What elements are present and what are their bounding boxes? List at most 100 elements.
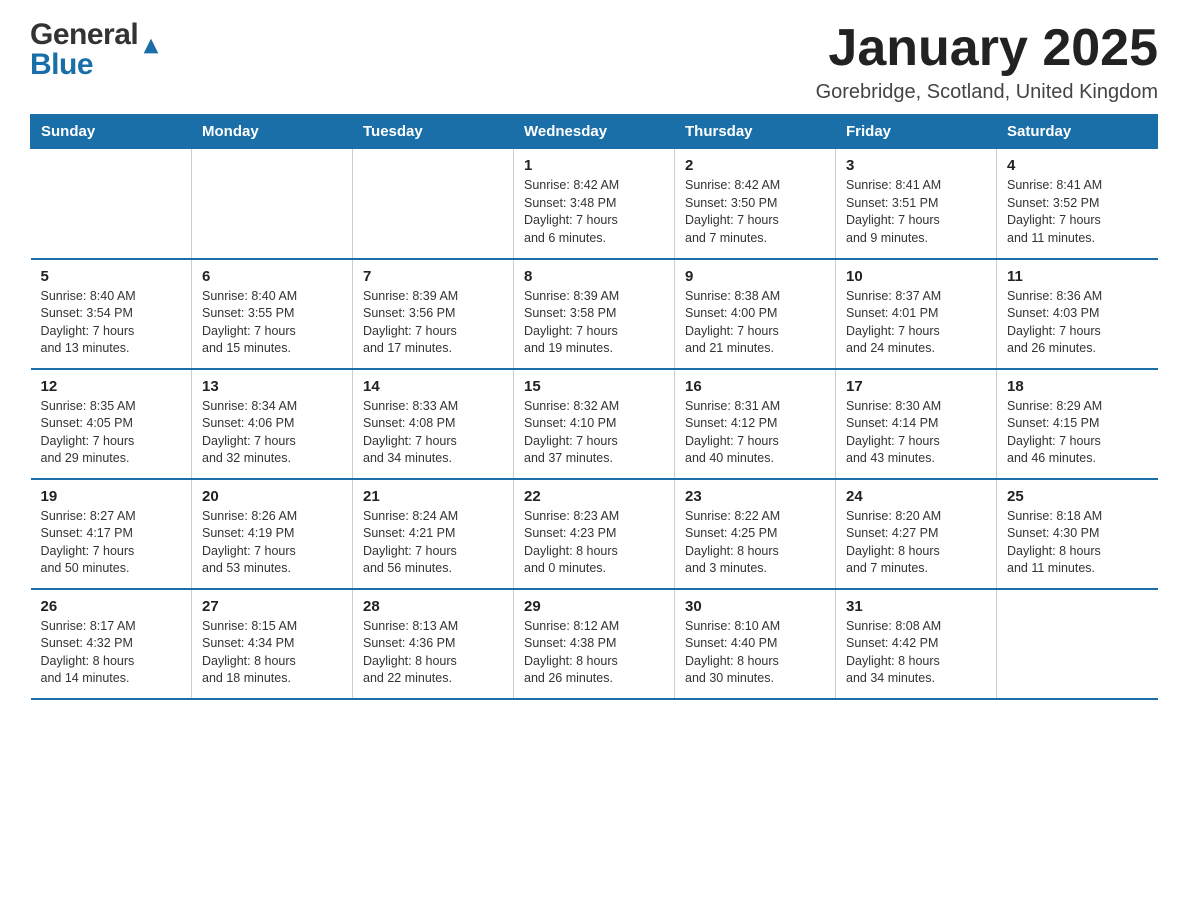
- week-row-2: 5 Sunrise: 8:40 AMSunset: 3:54 PMDaylight…: [31, 259, 1158, 369]
- calendar-cell: [997, 589, 1158, 699]
- day-info: Sunrise: 8:40 AMSunset: 3:55 PMDaylight:…: [202, 288, 342, 358]
- calendar-cell: 15Sunrise: 8:32 AMSunset: 4:10 PMDayligh…: [514, 369, 675, 479]
- day-number: 23: [685, 488, 825, 505]
- day-info: Sunrise: 8:29 AMSunset: 4:15 PMDaylight:…: [1007, 398, 1148, 468]
- logo-blue-text: Blue: [30, 50, 138, 80]
- day-number: 19: [41, 488, 182, 505]
- calendar-cell: 17Sunrise: 8:30 AMSunset: 4:14 PMDayligh…: [836, 369, 997, 479]
- title-area: January 2025 Gorebridge, Scotland, Unite…: [816, 20, 1158, 104]
- day-number: 28: [363, 598, 503, 615]
- day-number: 31: [846, 598, 986, 615]
- day-info: Sunrise: 8:38 AMSunset: 4:00 PMDaylight:…: [685, 288, 825, 358]
- day-header-sunday: Sunday: [31, 115, 192, 149]
- calendar-cell: 6 Sunrise: 8:40 AMSunset: 3:55 PMDaylight…: [192, 259, 353, 369]
- day-header-tuesday: Tuesday: [353, 115, 514, 149]
- day-info: Sunrise: 8:15 AMSunset: 4:34 PMDaylight:…: [202, 618, 342, 688]
- calendar-cell: 14Sunrise: 8:33 AMSunset: 4:08 PMDayligh…: [353, 369, 514, 479]
- calendar-cell: 30 Sunrise: 8:10 AMSunset: 4:40 PMDayligh…: [675, 589, 836, 699]
- calendar-cell: 9 Sunrise: 8:38 AMSunset: 4:00 PMDaylight…: [675, 259, 836, 369]
- day-info: Sunrise: 8:37 AMSunset: 4:01 PMDaylight:…: [846, 288, 986, 358]
- calendar-cell: 22 Sunrise: 8:23 AMSunset: 4:23 PMDayligh…: [514, 479, 675, 589]
- day-number: 27: [202, 598, 342, 615]
- calendar-cell: 10 Sunrise: 8:37 AMSunset: 4:01 PMDayligh…: [836, 259, 997, 369]
- calendar-cell: 5 Sunrise: 8:40 AMSunset: 3:54 PMDaylight…: [31, 259, 192, 369]
- calendar-cell: [31, 149, 192, 259]
- calendar-cell: 25 Sunrise: 8:18 AMSunset: 4:30 PMDayligh…: [997, 479, 1158, 589]
- day-info: Sunrise: 8:39 AMSunset: 3:56 PMDaylight:…: [363, 288, 503, 358]
- day-number: 12: [41, 378, 182, 395]
- calendar-cell: 16 Sunrise: 8:31 AMSunset: 4:12 PMDayligh…: [675, 369, 836, 479]
- day-info: Sunrise: 8:34 AMSunset: 4:06 PMDaylight:…: [202, 398, 342, 468]
- week-row-3: 12 Sunrise: 8:35 AMSunset: 4:05 PMDayligh…: [31, 369, 1158, 479]
- day-info: Sunrise: 8:18 AMSunset: 4:30 PMDaylight:…: [1007, 508, 1148, 578]
- day-info: Sunrise: 8:22 AMSunset: 4:25 PMDaylight:…: [685, 508, 825, 578]
- day-header-thursday: Thursday: [675, 115, 836, 149]
- day-number: 5: [41, 268, 182, 285]
- day-number: 17: [846, 378, 986, 395]
- main-title: January 2025: [816, 20, 1158, 77]
- calendar-cell: [353, 149, 514, 259]
- day-number: 4: [1007, 157, 1148, 174]
- day-number: 3: [846, 157, 986, 174]
- day-number: 18: [1007, 378, 1148, 395]
- day-number: 1: [524, 157, 664, 174]
- calendar-cell: 12 Sunrise: 8:35 AMSunset: 4:05 PMDayligh…: [31, 369, 192, 479]
- day-info: Sunrise: 8:41 AMSunset: 3:51 PMDaylight:…: [846, 177, 986, 247]
- day-info: Sunrise: 8:35 AMSunset: 4:05 PMDaylight:…: [41, 398, 182, 468]
- day-info: Sunrise: 8:24 AMSunset: 4:21 PMDaylight:…: [363, 508, 503, 578]
- calendar-cell: 27 Sunrise: 8:15 AMSunset: 4:34 PMDayligh…: [192, 589, 353, 699]
- day-info: Sunrise: 8:20 AMSunset: 4:27 PMDaylight:…: [846, 508, 986, 578]
- day-number: 15: [524, 378, 664, 395]
- week-row-4: 19 Sunrise: 8:27 AMSunset: 4:17 PMDayligh…: [31, 479, 1158, 589]
- day-number: 2: [685, 157, 825, 174]
- day-number: 13: [202, 378, 342, 395]
- day-info: Sunrise: 8:12 AMSunset: 4:38 PMDaylight:…: [524, 618, 664, 688]
- logo: General Blue: [30, 20, 162, 80]
- day-number: 9: [685, 268, 825, 285]
- day-header-monday: Monday: [192, 115, 353, 149]
- day-info: Sunrise: 8:33 AMSunset: 4:08 PMDaylight:…: [363, 398, 503, 468]
- day-info: Sunrise: 8:23 AMSunset: 4:23 PMDaylight:…: [524, 508, 664, 578]
- subtitle: Gorebridge, Scotland, United Kingdom: [816, 81, 1158, 104]
- calendar-cell: 31 Sunrise: 8:08 AMSunset: 4:42 PMDayligh…: [836, 589, 997, 699]
- day-number: 26: [41, 598, 182, 615]
- day-info: Sunrise: 8:08 AMSunset: 4:42 PMDaylight:…: [846, 618, 986, 688]
- calendar: SundayMondayTuesdayWednesdayThursdayFrid…: [30, 114, 1158, 700]
- calendar-cell: 26Sunrise: 8:17 AMSunset: 4:32 PMDayligh…: [31, 589, 192, 699]
- day-number: 20: [202, 488, 342, 505]
- day-number: 22: [524, 488, 664, 505]
- logo-triangle-icon: [140, 35, 162, 57]
- day-info: Sunrise: 8:40 AMSunset: 3:54 PMDaylight:…: [41, 288, 182, 358]
- header: General Blue January 2025 Gorebridge, Sc…: [30, 20, 1158, 104]
- day-number: 16: [685, 378, 825, 395]
- calendar-cell: 21 Sunrise: 8:24 AMSunset: 4:21 PMDayligh…: [353, 479, 514, 589]
- day-header-wednesday: Wednesday: [514, 115, 675, 149]
- day-info: Sunrise: 8:27 AMSunset: 4:17 PMDaylight:…: [41, 508, 182, 578]
- day-number: 10: [846, 268, 986, 285]
- day-number: 30: [685, 598, 825, 615]
- day-info: Sunrise: 8:10 AMSunset: 4:40 PMDaylight:…: [685, 618, 825, 688]
- day-info: Sunrise: 8:31 AMSunset: 4:12 PMDaylight:…: [685, 398, 825, 468]
- week-row-1: 1 Sunrise: 8:42 AMSunset: 3:48 PMDaylight…: [31, 149, 1158, 259]
- logo-general-text: General: [30, 20, 138, 50]
- day-number: 25: [1007, 488, 1148, 505]
- day-number: 6: [202, 268, 342, 285]
- day-number: 24: [846, 488, 986, 505]
- day-number: 7: [363, 268, 503, 285]
- calendar-cell: 24 Sunrise: 8:20 AMSunset: 4:27 PMDayligh…: [836, 479, 997, 589]
- calendar-cell: 3 Sunrise: 8:41 AMSunset: 3:51 PMDaylight…: [836, 149, 997, 259]
- day-number: 21: [363, 488, 503, 505]
- day-header-friday: Friday: [836, 115, 997, 149]
- calendar-cell: 28 Sunrise: 8:13 AMSunset: 4:36 PMDayligh…: [353, 589, 514, 699]
- day-info: Sunrise: 8:13 AMSunset: 4:36 PMDaylight:…: [363, 618, 503, 688]
- calendar-cell: 13 Sunrise: 8:34 AMSunset: 4:06 PMDayligh…: [192, 369, 353, 479]
- week-row-5: 26Sunrise: 8:17 AMSunset: 4:32 PMDayligh…: [31, 589, 1158, 699]
- day-info: Sunrise: 8:42 AMSunset: 3:48 PMDaylight:…: [524, 177, 664, 247]
- day-number: 11: [1007, 268, 1148, 285]
- day-number: 29: [524, 598, 664, 615]
- day-number: 8: [524, 268, 664, 285]
- calendar-cell: 7 Sunrise: 8:39 AMSunset: 3:56 PMDaylight…: [353, 259, 514, 369]
- calendar-cell: 20Sunrise: 8:26 AMSunset: 4:19 PMDayligh…: [192, 479, 353, 589]
- calendar-header-row: SundayMondayTuesdayWednesdayThursdayFrid…: [31, 115, 1158, 149]
- calendar-cell: 2Sunrise: 8:42 AMSunset: 3:50 PMDaylight…: [675, 149, 836, 259]
